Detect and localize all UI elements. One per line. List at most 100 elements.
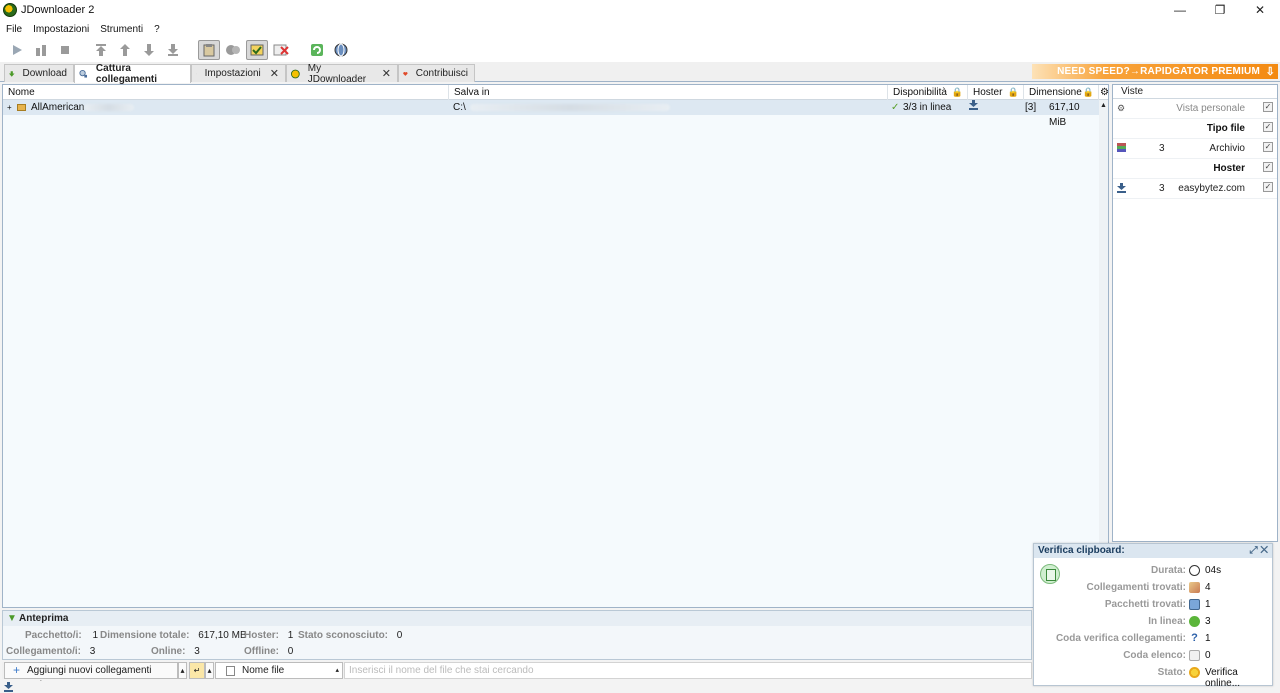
rapidgator-premium-banner[interactable]: NEED SPEED?→RAPIDGATOR PREMIUM ⇩ [1032, 64, 1278, 79]
column-hoster[interactable]: Hoster 🔒 [968, 85, 1024, 100]
view-filetype-item[interactable]: 3 Archivio ✓ [1113, 139, 1277, 159]
availability-value: 3/3 in linea [903, 102, 952, 113]
auto-reconnect-button[interactable] [222, 40, 244, 60]
wrench-icon [196, 73, 197, 74]
move-up-button[interactable] [114, 40, 136, 60]
close-tab-icon[interactable]: ✕ [270, 67, 279, 80]
window-title: JDownloader 2 [21, 4, 95, 16]
bottom-bar: + Aggiungi nuovi collegamenti web... ▴ ↵… [2, 662, 1032, 691]
package-name: AllAmerican [31, 100, 135, 115]
stop-icon [61, 46, 69, 54]
menu-file[interactable]: File [6, 24, 22, 35]
confirm-dropdown[interactable]: ▴ [205, 662, 214, 679]
tab-label: Impostazioni [204, 68, 261, 79]
file-icon [226, 666, 235, 676]
tab-settings[interactable]: Impostazioni ✕ [191, 64, 286, 82]
sun-icon [1189, 667, 1200, 678]
scroll-up-icon[interactable]: ▲ [1100, 102, 1107, 109]
download-icon: ⇩ [1265, 66, 1275, 78]
offline-label: Offline: [244, 646, 279, 657]
collapse-arrow-icon[interactable]: ▼ [7, 611, 17, 626]
archive-checkbox[interactable]: ✓ [1263, 142, 1273, 152]
tab-label: Cattura collegamenti [95, 63, 158, 85]
status-value: Verifica online... [1205, 667, 1241, 689]
close-tab-icon[interactable]: ✕ [382, 67, 391, 80]
menu-settings[interactable]: Impostazioni [33, 24, 89, 35]
clipboard-check-popup: Verifica clipboard: ⤢ ✕ Durata: 04s Coll… [1033, 543, 1274, 689]
download-arrow-icon [9, 70, 15, 77]
view-hoster-item[interactable]: 3 easybytez.com ✓ [1113, 179, 1277, 199]
total-size-label: Dimensione totale: [100, 630, 190, 641]
search-placeholder: Inserisci il nome del file che stai cerc… [349, 665, 534, 676]
link-check-queue-value: 1 [1205, 633, 1211, 644]
move-bottom-button[interactable] [162, 40, 184, 60]
search-input[interactable]: Inserisci il nome del file che stai cerc… [344, 662, 1032, 679]
arrow-down-icon [144, 44, 154, 56]
move-down-button[interactable] [138, 40, 160, 60]
easybytez-checkbox[interactable]: ✓ [1263, 182, 1273, 192]
table-row[interactable]: + AllAmerican C:\ ✓ 3/3 in linea [3] 617… [3, 100, 1099, 128]
tab-linkgrabber[interactable]: Cattura collegamenti [74, 63, 191, 85]
column-settings-icon[interactable]: ⚙ [1099, 85, 1109, 100]
heart-icon [403, 71, 408, 76]
arrow-up-icon [120, 44, 130, 56]
vertical-scrollbar[interactable]: ▲ [1099, 100, 1108, 607]
tab-contribute[interactable]: Contribuisci [398, 64, 475, 82]
preview-header[interactable]: ▼ Anteprima [3, 611, 1031, 626]
move-top-button[interactable] [90, 40, 112, 60]
column-name[interactable]: Nome [3, 85, 449, 100]
tab-download[interactable]: Download [4, 64, 74, 82]
column-size-label: Dimensione [1029, 87, 1082, 98]
view-personal[interactable]: ⚙ Vista personale ✓ [1113, 99, 1277, 119]
lock-icon: 🔒 [1007, 87, 1019, 97]
globe-icon [334, 43, 348, 57]
tab-my-jdownloader[interactable]: My JDownloader ✕ [286, 62, 398, 85]
view-personal-checkbox[interactable]: ✓ [1263, 102, 1273, 112]
column-availability[interactable]: Disponibilità 🔒 [888, 85, 968, 100]
column-size[interactable]: Dimensione 🔒 [1024, 85, 1099, 100]
package-folder-icon [17, 104, 26, 111]
add-links-dropdown[interactable]: ▴ [178, 662, 187, 679]
premium-button[interactable] [330, 40, 352, 60]
view-hoster-header[interactable]: Hoster ✓ [1113, 159, 1277, 179]
links-found-value: 4 [1205, 582, 1211, 593]
restore-button[interactable]: ❐ [1200, 0, 1240, 20]
package-icon [1189, 599, 1200, 610]
title-bar: JDownloader 2 — ❐ ✕ [0, 0, 1280, 20]
play-icon [13, 45, 22, 55]
status-row: Stato: Verifica online... [1034, 665, 1274, 689]
hoster-label: easybytez.com [1178, 183, 1245, 194]
pause-downloads-button[interactable] [30, 40, 52, 60]
search-filter-select[interactable]: Nome file ▴ [215, 662, 343, 679]
tab-label: My JDownloader [307, 62, 367, 85]
expand-toggle-icon[interactable]: + [7, 100, 12, 115]
column-save-in[interactable]: Salva in [449, 85, 888, 100]
clear-list-icon [273, 44, 289, 56]
pause-icon [36, 45, 46, 56]
start-downloads-button[interactable] [6, 40, 28, 60]
close-button[interactable]: ✕ [1240, 0, 1280, 20]
clipboard-observer-button[interactable] [198, 40, 220, 60]
stop-downloads-button[interactable] [54, 40, 76, 60]
add-links-button[interactable]: + Aggiungi nuovi collegamenti web... [4, 662, 178, 691]
list-queue-value: 0 [1205, 650, 1211, 661]
menu-tools[interactable]: Strumenti [100, 24, 143, 35]
update-button[interactable] [306, 40, 328, 60]
popup-close-icon[interactable]: ⤢ ✕ [1250, 544, 1268, 558]
views-panel: Viste ⚙ Vista personale ✓ Tipo file ✓ 3 … [1112, 84, 1278, 542]
view-filetype-header[interactable]: Tipo file ✓ [1113, 119, 1277, 139]
hoster-checkbox[interactable]: ✓ [1263, 162, 1273, 172]
hoster-header-label: Hoster [1213, 163, 1245, 174]
packages-found-row: Pacchetti trovati: 1 [1034, 597, 1274, 614]
minimize-button[interactable]: — [1160, 0, 1200, 20]
my-jdownloader-icon [291, 69, 300, 78]
download-icon [1117, 183, 1126, 193]
tab-bar: Download Cattura collegamenti Impostazio… [0, 62, 1280, 85]
confirm-all-button[interactable]: ↵ [189, 662, 205, 679]
clear-list-button[interactable] [270, 40, 292, 60]
auto-confirm-button[interactable] [246, 40, 268, 60]
menu-help[interactable]: ? [154, 24, 160, 35]
filetype-checkbox[interactable]: ✓ [1263, 122, 1273, 132]
offline-value: 0 [287, 646, 294, 657]
update-icon [311, 44, 323, 56]
